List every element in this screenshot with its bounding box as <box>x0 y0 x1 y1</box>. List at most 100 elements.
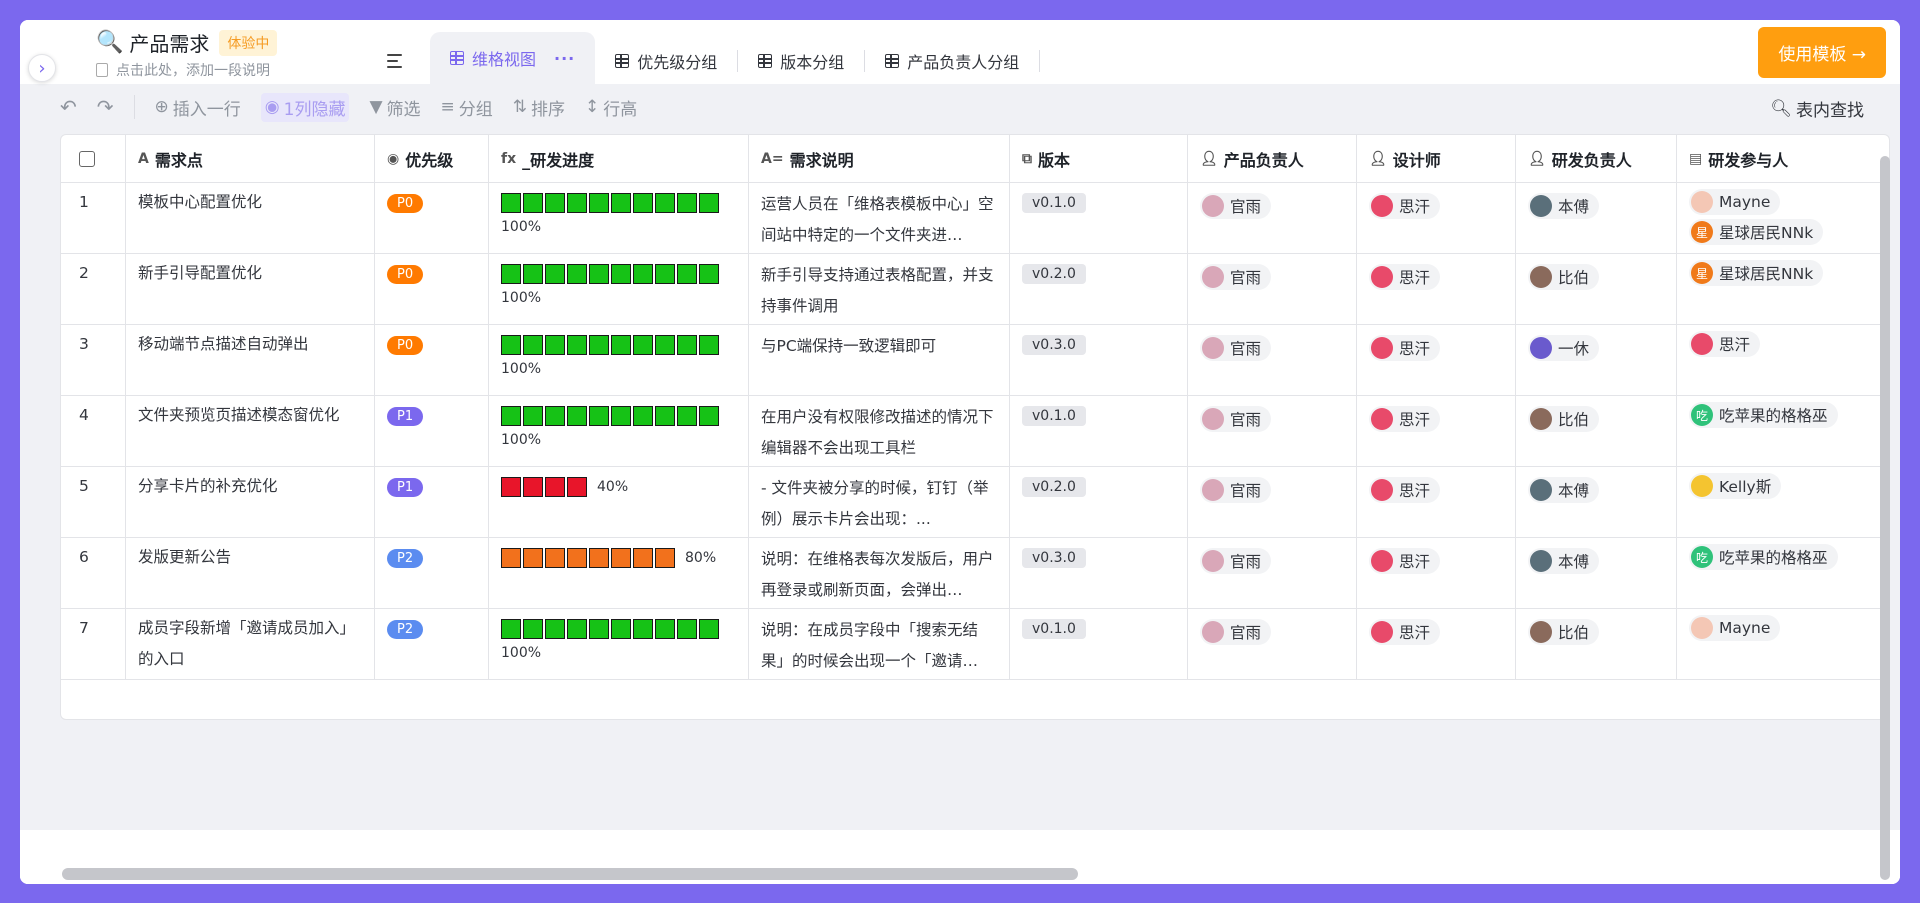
tab-grid-view[interactable]: 维格视图 ··· <box>430 32 596 84</box>
cell[interactable]: 思汗 <box>1357 325 1516 395</box>
cell[interactable]: 3 <box>61 325 126 395</box>
cell[interactable]: P0 <box>375 183 489 253</box>
table-row[interactable]: 1 模板中心配置优化 P0 100% 运营人员在「维格表模板中心」空间站中特定的一个文件… <box>61 183 1889 254</box>
col-pm-header[interactable]: 👤︎ 产品负责人 <box>1188 135 1357 182</box>
cell[interactable]: 星星球居民NNk <box>1677 254 1889 324</box>
filter-button[interactable]: ▼ 筛选 <box>369 95 420 120</box>
row-height-button[interactable]: ↕ 行高 <box>585 95 637 120</box>
cell[interactable]: 官雨 <box>1188 396 1357 466</box>
cell[interactable]: P1 <box>375 396 489 466</box>
cell[interactable]: 吃吃苹果的格格巫 <box>1677 538 1889 608</box>
view-menu-button[interactable] <box>380 46 410 76</box>
cell[interactable]: v0.1.0 <box>1010 183 1188 253</box>
table-row[interactable]: 7 成员字段新增「邀请成员加入」的入口 P2 100% 说明：在成员字段中「搜索无结果」… <box>61 609 1889 680</box>
cell[interactable]: 2 <box>61 254 126 324</box>
sheet-title[interactable]: 产品需求 <box>129 28 209 57</box>
cell[interactable]: 5 <box>61 467 126 537</box>
cell[interactable]: 一休 <box>1516 325 1677 395</box>
col-description-header[interactable]: A= 需求说明 <box>749 135 1010 182</box>
cell[interactable]: 官雨 <box>1188 183 1357 253</box>
cell[interactable]: 7 <box>61 609 126 679</box>
col-progress-header[interactable]: fx _研发进度 <box>489 135 749 182</box>
col-version-header[interactable]: ⧉ 版本 <box>1010 135 1188 182</box>
cell[interactable]: v0.2.0 <box>1010 254 1188 324</box>
cell[interactable]: 官雨 <box>1188 538 1357 608</box>
cell[interactable]: P2 <box>375 609 489 679</box>
insert-row-button[interactable]: ⊕ 插入一行 <box>155 95 241 120</box>
cell[interactable]: Mayne <box>1677 609 1889 679</box>
redo-icon[interactable]: ↷ <box>97 95 114 119</box>
cell[interactable]: 思汗 <box>1357 254 1516 324</box>
col-dev-lead-header[interactable]: 👤︎ 研发负责人 <box>1516 135 1677 182</box>
sidebar-expand-button[interactable]: › <box>28 54 56 82</box>
tab-version-group[interactable]: 版本分组 <box>738 38 864 84</box>
cell[interactable]: P2 <box>375 538 489 608</box>
cell[interactable]: 说明：在维格表每次发版后，用户再登录或刷新页面，会弹出… <box>749 538 1010 608</box>
cell[interactable]: 本傅 <box>1516 538 1677 608</box>
cell[interactable]: v0.2.0 <box>1010 467 1188 537</box>
cell[interactable]: P0 <box>375 254 489 324</box>
cell[interactable]: 新手引导配置优化 <box>126 254 375 324</box>
cell[interactable]: 新手引导支持通过表格配置，并支持事件调用 <box>749 254 1010 324</box>
cell[interactable]: 模板中心配置优化 <box>126 183 375 253</box>
cell[interactable]: 分享卡片的补充优化 <box>126 467 375 537</box>
cell[interactable]: P1 <box>375 467 489 537</box>
cell[interactable]: 思汗 <box>1677 325 1889 395</box>
col-priority-header[interactable]: ◉ 优先级 <box>375 135 489 182</box>
cell[interactable]: - 文件夹被分享的时候，钉钉（举例）展示卡片会出现：... <box>749 467 1010 537</box>
cell[interactable]: 官雨 <box>1188 254 1357 324</box>
cell[interactable]: 思汗 <box>1357 609 1516 679</box>
col-designer-header[interactable]: 👤︎ 设计师 <box>1357 135 1516 182</box>
cell[interactable]: 40% <box>489 467 749 537</box>
col-dev-members-header[interactable]: ▤ 研发参与人 <box>1677 135 1889 182</box>
table-search-button[interactable]: 🔍︎ 表内查找 <box>1770 96 1864 122</box>
cell[interactable]: 思汗 <box>1357 538 1516 608</box>
select-all-cell[interactable] <box>61 135 126 182</box>
cell[interactable]: 1 <box>61 183 126 253</box>
tab-priority-group[interactable]: 优先级分组 <box>595 38 737 84</box>
table-row[interactable]: 3 移动端节点描述自动弹出 P0 100% 与PC端保持一致逻辑即可 v0.3.0 官雨 思汗… <box>61 325 1889 396</box>
sheet-description[interactable]: 点击此处，添加一段说明 <box>96 60 277 80</box>
cell[interactable]: 发版更新公告 <box>126 538 375 608</box>
select-all-checkbox[interactable] <box>79 150 95 167</box>
cell[interactable]: v0.1.0 <box>1010 396 1188 466</box>
cell[interactable]: 比伯 <box>1516 609 1677 679</box>
cell[interactable]: 100% <box>489 609 749 679</box>
cell[interactable]: 说明：在成员字段中「搜索无结果」的时候会出现一个「邀请… <box>749 609 1010 679</box>
cell[interactable]: 思汗 <box>1357 183 1516 253</box>
vertical-scrollbar[interactable] <box>1880 156 1890 880</box>
cell[interactable]: 成员字段新增「邀请成员加入」的入口 <box>126 609 375 679</box>
table-row[interactable]: 6 发版更新公告 P2 80% 说明：在维格表每次发版后，用户再登录或刷新页面，会弹出…… <box>61 538 1889 609</box>
cell[interactable]: 本傅 <box>1516 467 1677 537</box>
cell[interactable]: 比伯 <box>1516 396 1677 466</box>
cell[interactable]: 吃吃苹果的格格巫 <box>1677 396 1889 466</box>
cell[interactable]: 思汗 <box>1357 467 1516 537</box>
cell[interactable]: 移动端节点描述自动弹出 <box>126 325 375 395</box>
cell[interactable]: 思汗 <box>1357 396 1516 466</box>
hidden-columns-button[interactable]: ◉ 1列隐藏 <box>260 92 350 122</box>
table-row[interactable]: 5 分享卡片的补充优化 P1 40% - 文件夹被分享的时候，钉钉（举例）展示卡片会出现… <box>61 467 1889 538</box>
cell[interactable]: Kelly斯 <box>1677 467 1889 537</box>
cell[interactable]: v0.3.0 <box>1010 325 1188 395</box>
cell[interactable]: 100% <box>489 396 749 466</box>
sort-button[interactable]: ⇅ 排序 <box>513 95 565 120</box>
cell[interactable]: 6 <box>61 538 126 608</box>
cell[interactable]: 官雨 <box>1188 467 1357 537</box>
cell[interactable]: P0 <box>375 325 489 395</box>
more-icon[interactable]: ··· <box>554 49 575 68</box>
cell[interactable]: 与PC端保持一致逻辑即可 <box>749 325 1010 395</box>
tab-pm-group[interactable]: 产品负责人分组 <box>865 38 1039 84</box>
cell[interactable]: 4 <box>61 396 126 466</box>
cell[interactable]: 官雨 <box>1188 609 1357 679</box>
cell[interactable]: 100% <box>489 254 749 324</box>
group-button[interactable]: ≡ 分组 <box>441 95 493 120</box>
cell[interactable]: Mayne 星星球居民NNk <box>1677 183 1889 253</box>
horizontal-scrollbar[interactable] <box>62 868 1078 880</box>
cell[interactable]: v0.1.0 <box>1010 609 1188 679</box>
table-row[interactable]: 4 文件夹预览页描述模态窗优化 P1 100% 在用户没有权限修改描述的情况下编辑器不会… <box>61 396 1889 467</box>
cell[interactable]: 文件夹预览页描述模态窗优化 <box>126 396 375 466</box>
cell[interactable]: 比伯 <box>1516 254 1677 324</box>
use-template-button[interactable]: 使用模板 → <box>1758 27 1886 78</box>
cell[interactable]: v0.3.0 <box>1010 538 1188 608</box>
cell[interactable]: 80% <box>489 538 749 608</box>
